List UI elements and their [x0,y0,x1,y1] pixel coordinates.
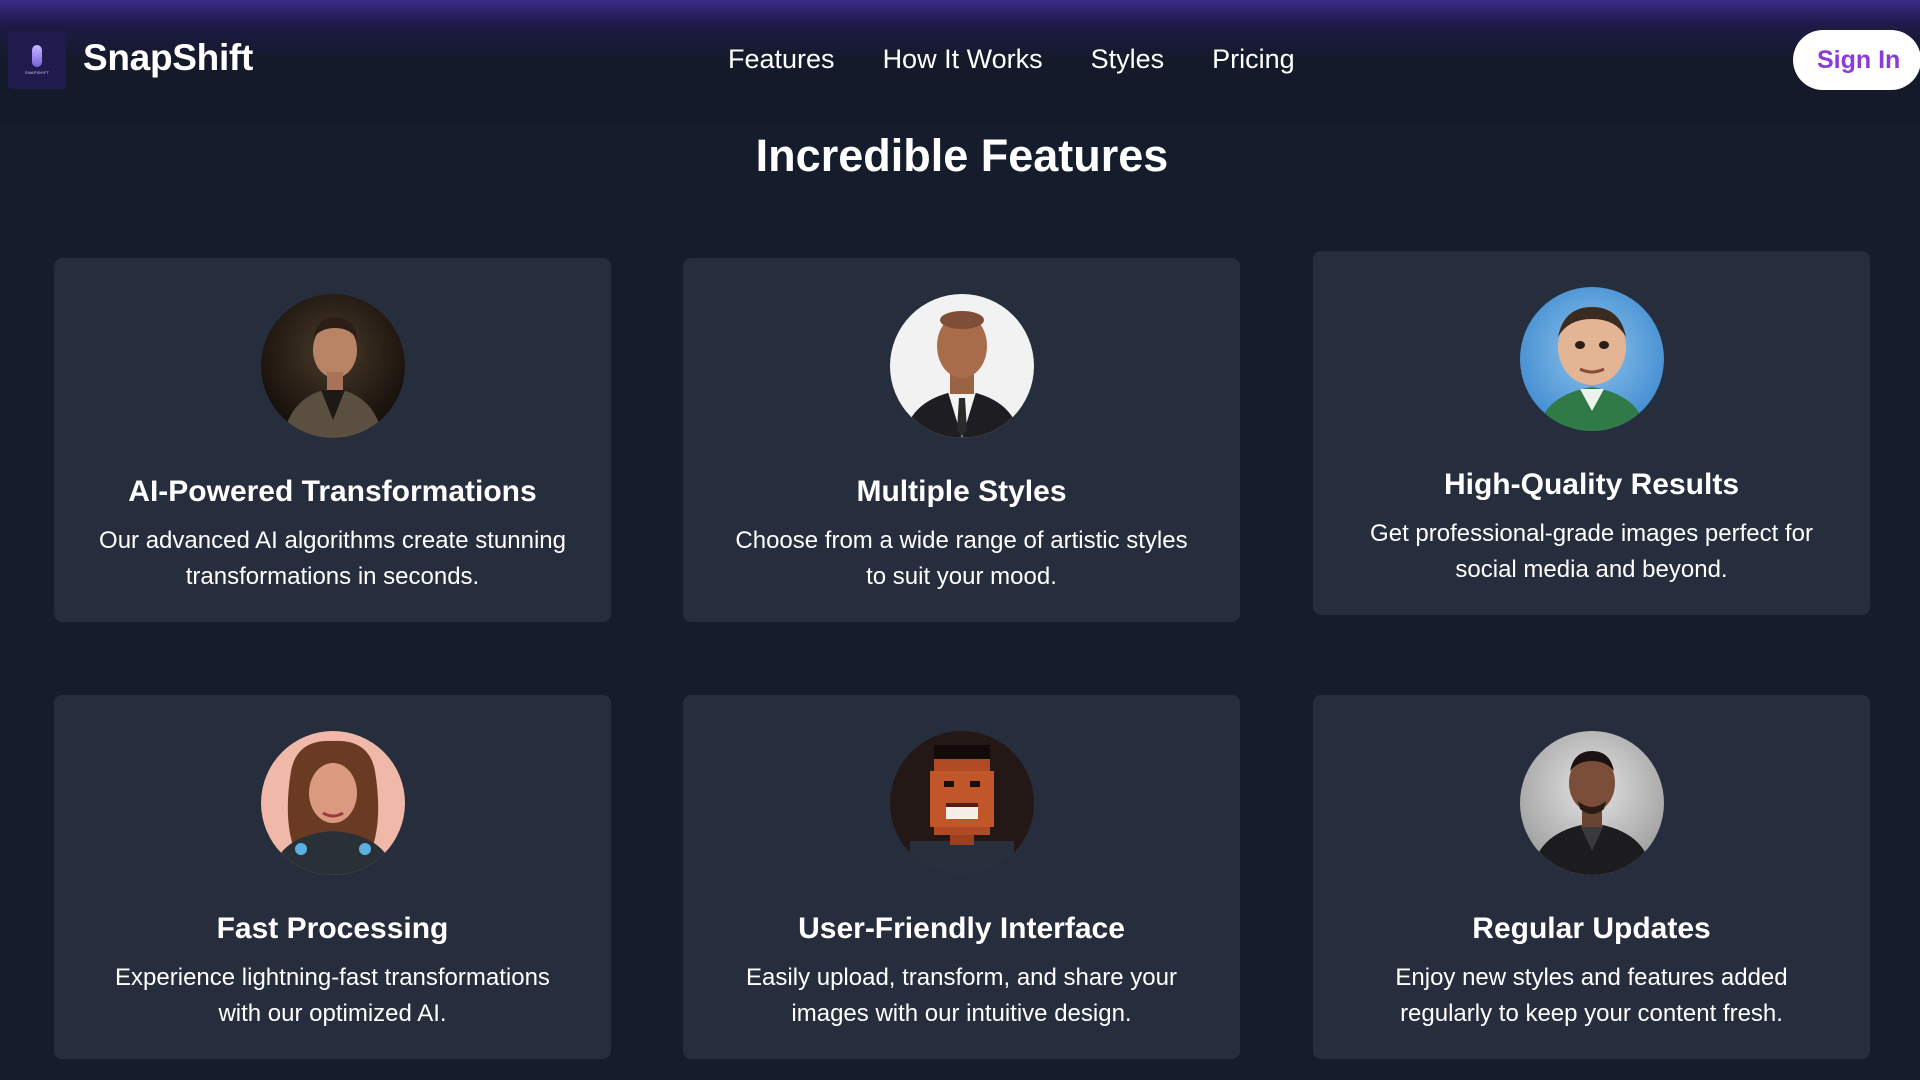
feature-description: Choose from a wide range of artistic sty… [735,527,1188,590]
feature-title: AI-Powered Transformations [128,475,537,508]
feature-card-user-friendly: User-Friendly Interface Easily upload, t… [683,695,1240,1059]
logo-text: SNAPSHIFT [24,70,50,75]
nav-link-pricing[interactable]: Pricing [1212,44,1295,75]
feature-description: Enjoy new styles and features added regu… [1395,964,1788,1027]
navbar: SNAPSHIFT SnapShift Features How It Work… [0,0,1920,124]
feature-title: High-Quality Results [1443,468,1740,501]
feature-title: Multiple Styles [856,475,1067,508]
portrait-pixel-man-icon [889,731,1034,875]
portrait-caricature-man-icon [1519,287,1664,431]
nav-link-how-it-works[interactable]: How It Works [883,44,1043,75]
portrait-leather-jacket-man-icon [1519,731,1664,875]
feature-title: Fast Processing [216,912,449,945]
brand-name[interactable]: SnapShift [83,37,253,79]
portrait-jacket-man-icon [260,294,405,438]
sign-in-button[interactable]: Sign In [1793,30,1920,90]
feature-description: Easily upload, transform, and share your… [746,964,1177,1027]
feature-title: User-Friendly Interface [798,912,1125,945]
feature-description: Experience lightning-fast transformation… [115,964,550,1027]
nav-link-features[interactable]: Features [728,44,835,75]
portrait-suit-man-icon [889,294,1034,438]
section-title: Incredible Features [755,130,1169,181]
nav-link-styles[interactable]: Styles [1091,44,1165,75]
nav-links: Features How It Works Styles Pricing [728,44,1295,75]
feature-description: Get professional-grade images perfect fo… [1370,520,1813,583]
feature-title: Regular Updates [1472,912,1711,945]
feature-card-high-quality: High-Quality Results Get professional-gr… [1313,251,1870,615]
feature-description: Our advanced AI algorithms create stunni… [99,527,566,590]
feature-card-ai-powered: AI-Powered Transformations Our advanced … [54,258,611,622]
logo[interactable]: SNAPSHIFT [8,31,66,89]
portrait-armored-woman-icon [260,731,405,875]
logo-mark-icon [32,45,42,67]
feature-card-regular-updates: Regular Updates Enjoy new styles and fea… [1313,695,1870,1059]
feature-card-multiple-styles: Multiple Styles Choose from a wide range… [683,258,1240,622]
feature-card-fast-processing: Fast Processing Experience lightning-fas… [54,695,611,1059]
